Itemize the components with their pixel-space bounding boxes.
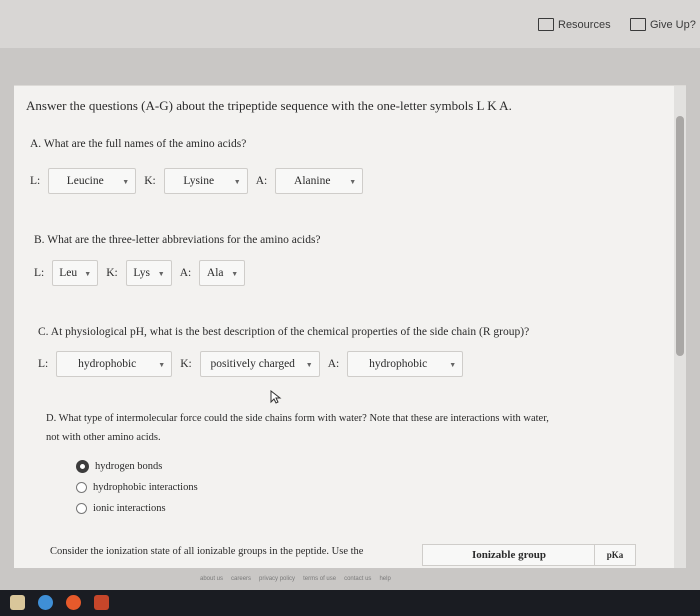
question-d-prompt-line2: not with other amino acids. (46, 432, 161, 443)
scrollbar-thumb[interactable] (676, 116, 684, 356)
question-b-prompt: B. What are the three-letter abbreviatio… (34, 234, 321, 246)
question-intro: Answer the questions (A-G) about the tri… (26, 98, 512, 113)
radio-hydrogen-bonds[interactable]: hydrogen bonds (76, 460, 162, 473)
radio-unselected-icon (76, 482, 87, 493)
label-a: A: (255, 175, 268, 187)
top-bar: Resources Give Up? (0, 0, 700, 48)
label-l: L: (38, 358, 49, 370)
give-up-label: Give Up? (650, 18, 696, 31)
question-b-row: L: Leu ▼ K: Lys ▼ A: Ala ▼ (34, 260, 253, 286)
dropdown-a-l[interactable]: Leucine ▼ (48, 168, 137, 194)
question-a-row: L: Leucine ▼ K: Lysine ▼ A: Alanine ▼ (30, 168, 371, 194)
resources-icon (538, 18, 554, 31)
scrollbar-track[interactable] (674, 86, 686, 568)
dropdown-a-k[interactable]: Lysine ▼ (163, 168, 248, 194)
label-l: L: (34, 267, 45, 279)
dropdown-b-a[interactable]: Ala ▼ (199, 260, 246, 286)
label-l: L: (30, 175, 41, 187)
radio-hydrophobic-interactions[interactable]: hydrophobic interactions (76, 482, 198, 493)
question-panel: Answer the questions (A-G) about the tri… (14, 85, 686, 568)
pka-header: pKa (594, 544, 636, 566)
radio-ionic-interactions[interactable]: ionic interactions (76, 503, 166, 514)
radio-unselected-icon (76, 503, 87, 514)
footer-links: about us careers privacy policy terms of… (200, 576, 391, 582)
question-a-prompt: A. What are the full names of the amino … (30, 138, 247, 150)
question-c-prompt: C. At physiological pH, what is the best… (38, 326, 530, 338)
firefox-icon[interactable] (66, 595, 81, 610)
give-up-icon (630, 18, 646, 31)
footer-link[interactable]: privacy policy (259, 576, 295, 582)
footer-link[interactable]: contact us (344, 576, 371, 582)
dropdown-b-l[interactable]: Leu ▼ (52, 260, 99, 286)
dropdown-a-a[interactable]: Alanine ▼ (275, 168, 364, 194)
footer-link[interactable]: terms of use (303, 576, 336, 582)
question-c-row: L: hydrophobic ▼ K: positively charged ▼ A… (38, 351, 471, 377)
dropdown-c-k[interactable]: positively charged ▼ (199, 351, 320, 377)
footer-link[interactable]: careers (231, 576, 251, 582)
label-k: K: (144, 175, 156, 187)
dropdown-b-k[interactable]: Lys ▼ (125, 260, 172, 286)
label-k: K: (180, 358, 192, 370)
ionizable-group-header: Ionizable group (422, 544, 596, 566)
resources-button[interactable]: Resources (538, 18, 611, 31)
resources-label: Resources (558, 18, 611, 31)
store-icon[interactable] (10, 595, 25, 610)
question-e-prompt: Consider the ionization state of all ion… (50, 546, 364, 557)
taskbar (0, 590, 700, 616)
label-a: A: (179, 267, 192, 279)
label-k: K: (106, 267, 118, 279)
mouse-cursor-icon (270, 390, 282, 404)
dropdown-c-l[interactable]: hydrophobic ▼ (56, 351, 173, 377)
browser-icon[interactable] (38, 595, 53, 610)
give-up-button[interactable]: Give Up? (630, 18, 696, 31)
footer-link[interactable]: help (379, 576, 390, 582)
label-a: A: (327, 358, 340, 370)
dropdown-c-a[interactable]: hydrophobic ▼ (347, 351, 464, 377)
question-d-prompt-line1: D. What type of intermolecular force cou… (46, 413, 549, 424)
footer-link[interactable]: about us (200, 576, 223, 582)
radio-selected-icon (76, 460, 89, 473)
powerpoint-icon[interactable] (94, 595, 109, 610)
